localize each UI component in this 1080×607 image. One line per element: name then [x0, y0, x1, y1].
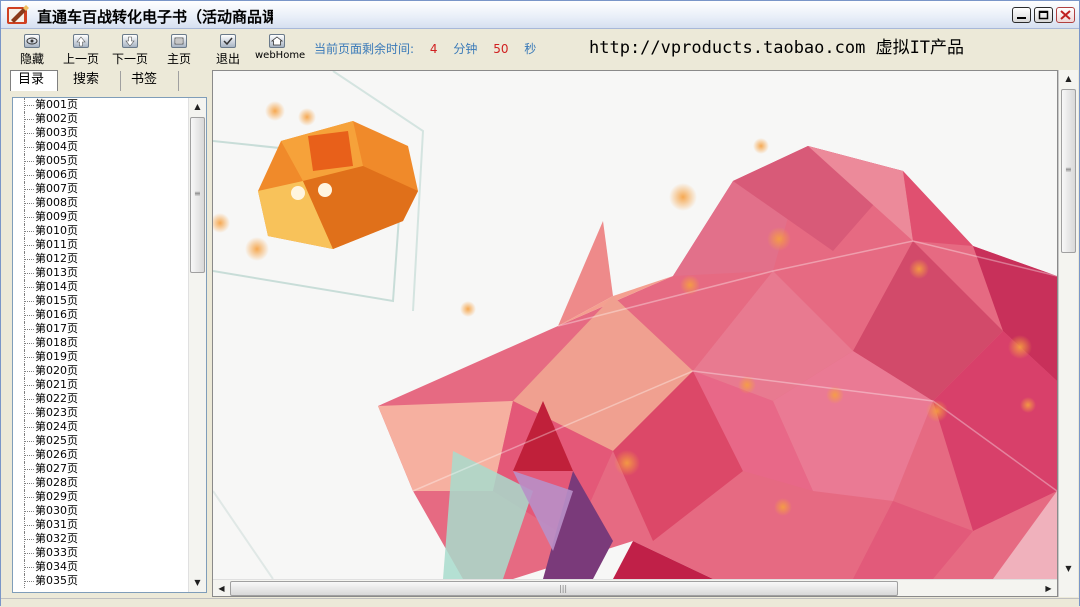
tree-item[interactable]: 第001页: [13, 98, 187, 112]
scroll-left-arrow-icon[interactable]: ◀: [213, 580, 230, 596]
window-title: 直通车百战转化电子书（活动商品课: [37, 8, 273, 26]
home-page-label: 主页: [166, 52, 191, 66]
tree-item[interactable]: 第014页: [13, 280, 187, 294]
tab-contents[interactable]: 目录: [10, 70, 58, 91]
home-page-button[interactable]: 主页: [165, 34, 193, 66]
tree-item[interactable]: 第030页: [13, 504, 187, 518]
page-viewer[interactable]: ◀ ||| ▶: [212, 70, 1058, 597]
timer-minutes-unit: 分钟: [453, 42, 478, 56]
arrow-up-icon: [73, 34, 89, 48]
eye-icon: [24, 34, 40, 48]
tree-item[interactable]: 第028页: [13, 476, 187, 490]
tree-item[interactable]: 第002页: [13, 112, 187, 126]
page-horizontal-scrollbar[interactable]: ◀ ||| ▶: [213, 579, 1057, 596]
exit-button[interactable]: 退出: [214, 34, 242, 66]
left-panel: 目录 搜索 书签 第001页 第002页 第003页 第004页 第005页 第006页第…: [7, 69, 207, 596]
timer-seconds: 50: [493, 42, 509, 56]
minimize-button[interactable]: [1012, 7, 1031, 23]
grip-icon: ≡: [194, 189, 201, 198]
tree-item[interactable]: 第006页: [13, 168, 187, 182]
prev-page-button[interactable]: 上一页: [62, 34, 100, 66]
tree-item[interactable]: 第008页: [13, 196, 187, 210]
webhome-label: webHome: [255, 50, 306, 61]
tree-item[interactable]: 第010页: [13, 224, 187, 238]
grip-icon: |||: [559, 584, 568, 593]
webhome-button[interactable]: webHome: [255, 34, 306, 66]
grip-icon: ≡: [1065, 165, 1072, 174]
tree-item[interactable]: 第029页: [13, 490, 187, 504]
timer-seconds-unit: 秒: [524, 42, 537, 56]
exit-label: 退出: [215, 52, 240, 66]
timer-label: 当前页面剩余时间:: [314, 42, 415, 56]
toolbar: 隐藏 上一页 下一页 主页 退出 webHome 当前页面剩余时间: 4 分钟 …: [1, 30, 1079, 67]
tree-item[interactable]: 第004页: [13, 140, 187, 154]
store-url-text: http://vproducts.taobao.com 虚拟IT产品: [589, 38, 965, 58]
tree-item[interactable]: 第003页: [13, 126, 187, 140]
tree-item[interactable]: 第017页: [13, 322, 187, 336]
ebook-app-icon: [7, 5, 29, 24]
close-button[interactable]: [1056, 7, 1075, 23]
tree-item[interactable]: 第031页: [13, 518, 187, 532]
scroll-down-arrow-icon[interactable]: ▼: [1060, 560, 1077, 577]
hide-button[interactable]: 隐藏: [18, 34, 46, 66]
prev-page-label: 上一页: [62, 52, 99, 66]
scroll-right-arrow-icon[interactable]: ▶: [1040, 580, 1057, 596]
title-bar[interactable]: 直通车百战转化电子书（活动商品课: [1, 1, 1079, 29]
tree-item[interactable]: 第012页: [13, 252, 187, 266]
tree-item[interactable]: 第018页: [13, 336, 187, 350]
tree-item[interactable]: 第023页: [13, 406, 187, 420]
contents-tree: 第001页 第002页 第003页 第004页 第005页 第006页 第007页 第008页…: [12, 97, 207, 593]
tree-item[interactable]: 第015页: [13, 294, 187, 308]
tree-item[interactable]: 第026页: [13, 448, 187, 462]
page-vertical-scrollbar[interactable]: ▲ ≡ ▼: [1058, 70, 1078, 597]
house-icon: [269, 34, 285, 48]
page-h-scroll-thumb[interactable]: |||: [230, 581, 898, 596]
tree-item[interactable]: 第020页: [13, 364, 187, 378]
tree-item[interactable]: 第025页: [13, 434, 187, 448]
page-content-image: [213, 71, 1057, 579]
tree-item[interactable]: 第027页: [13, 462, 187, 476]
minimize-icon: [1017, 17, 1026, 19]
checkmark-icon: [220, 34, 236, 48]
tree-item[interactable]: 第016页: [13, 308, 187, 322]
tree-list: 第001页 第002页 第003页 第004页 第005页 第006页 第007页 第008页…: [13, 98, 187, 592]
tree-item[interactable]: 第013页: [13, 266, 187, 280]
tab-bookmarks[interactable]: 书签: [121, 71, 179, 91]
close-icon: [1060, 10, 1071, 20]
arrow-down-icon: [122, 34, 138, 48]
tree-scrollbar[interactable]: ▲ ≡ ▼: [188, 98, 206, 592]
tree-item[interactable]: 第011页: [13, 238, 187, 252]
tab-search[interactable]: 搜索: [63, 71, 121, 91]
home-page-icon: [171, 34, 187, 48]
page-timer: 当前页面剩余时间: 4 分钟 50 秒: [314, 40, 536, 57]
scroll-up-arrow-icon[interactable]: ▲: [189, 98, 206, 115]
tree-scroll-thumb[interactable]: ≡: [190, 117, 205, 273]
scroll-up-arrow-icon[interactable]: ▲: [1060, 70, 1077, 87]
tree-item[interactable]: 第024页: [13, 420, 187, 434]
tree-item[interactable]: 第021页: [13, 378, 187, 392]
maximize-button[interactable]: [1034, 7, 1053, 23]
next-page-button[interactable]: 下一页: [111, 34, 149, 66]
timer-minutes: 4: [429, 42, 438, 56]
page-v-scroll-thumb[interactable]: ≡: [1061, 89, 1076, 253]
hide-label: 隐藏: [19, 52, 44, 66]
scroll-down-arrow-icon[interactable]: ▼: [189, 574, 206, 591]
tree-item[interactable]: 第009页: [13, 210, 187, 224]
tree-item[interactable]: 第035页: [13, 574, 187, 588]
maximize-icon: [1038, 10, 1049, 20]
tree-item[interactable]: 第019页: [13, 350, 187, 364]
tree-item[interactable]: 第007页: [13, 182, 187, 196]
tree-item[interactable]: 第022页: [13, 392, 187, 406]
tree-item[interactable]: 第033页: [13, 546, 187, 560]
app-window: 直通车百战转化电子书（活动商品课 隐藏 上一页 下一页 主页 退出 webHom…: [0, 0, 1080, 607]
left-panel-tabs: 目录 搜索 书签: [7, 69, 205, 92]
tree-item[interactable]: 第005页: [13, 154, 187, 168]
tree-item[interactable]: 第032页: [13, 532, 187, 546]
next-page-label: 下一页: [111, 52, 148, 66]
tree-item[interactable]: 第034页: [13, 560, 187, 574]
